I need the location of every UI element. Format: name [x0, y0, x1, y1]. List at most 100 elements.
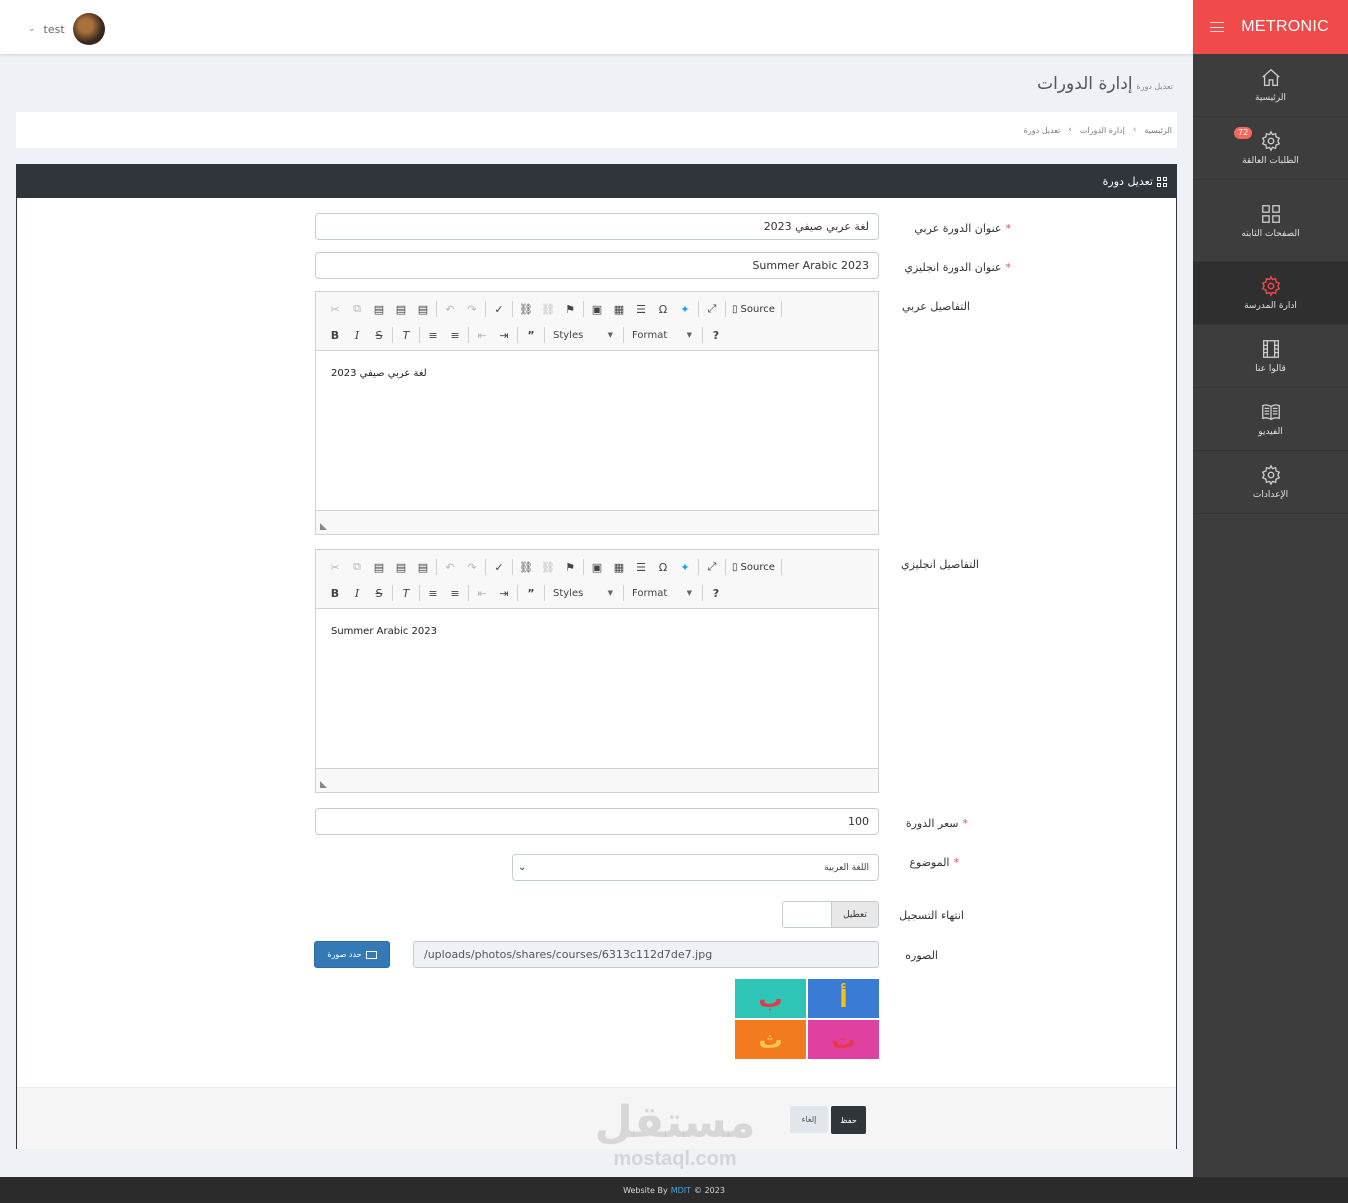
toolbar-separator — [725, 301, 726, 317]
undo-icon[interactable]: ↶ — [439, 557, 461, 577]
bulleted-list-icon[interactable]: ≡ — [444, 325, 466, 345]
paste-word-icon[interactable]: ▤ — [412, 557, 434, 577]
title-ar-input[interactable]: لغة عربي صيفي 2023 — [315, 213, 879, 240]
title-en-input[interactable]: Summer Arabic 2023 — [315, 252, 879, 279]
redo-icon[interactable]: ↷ — [461, 299, 483, 319]
anchor-flag-icon[interactable]: ⚑ — [559, 299, 581, 319]
sidebar-item-home[interactable]: الرئيسية — [1193, 54, 1348, 117]
unlink-icon[interactable]: ⛓ — [537, 299, 559, 319]
paste-word-icon[interactable]: ▤ — [412, 299, 434, 319]
breadcrumb-courses[interactable]: إدارة الدورات — [1080, 126, 1125, 135]
strike-icon[interactable]: S — [368, 325, 390, 345]
sidebar-item-testimonials[interactable]: قالوا عنا — [1193, 325, 1348, 388]
link-icon[interactable]: ⛓ — [515, 557, 537, 577]
copy-icon[interactable]: ⧉ — [346, 557, 368, 577]
cut-icon[interactable]: ✂ — [324, 557, 346, 577]
hamburger-menu-icon[interactable] — [1210, 22, 1224, 32]
maximize-icon[interactable]: ⤢ — [701, 557, 723, 577]
price-input[interactable]: 100 — [315, 808, 879, 835]
horizontal-line-icon[interactable]: ☰ — [630, 557, 652, 577]
link-icon[interactable]: ⛓ — [515, 299, 537, 319]
undo-icon[interactable]: ↶ — [439, 299, 461, 319]
paste-text-icon[interactable]: ▤ — [390, 299, 412, 319]
bold-icon[interactable]: B — [324, 325, 346, 345]
source-button[interactable]: ▯ Source — [728, 562, 779, 573]
format-dropdown[interactable]: Format ▼ — [626, 584, 696, 602]
resize-handle-icon[interactable] — [320, 781, 327, 788]
italic-icon[interactable]: I — [346, 583, 368, 603]
bold-icon[interactable]: B — [324, 583, 346, 603]
paste-icon[interactable]: ▤ — [368, 299, 390, 319]
twitter-icon[interactable]: ✦ — [674, 299, 696, 319]
indent-icon[interactable]: ⇥ — [493, 583, 515, 603]
footer-link[interactable]: MDIT — [671, 1186, 691, 1195]
toolbar-separator — [780, 559, 782, 575]
numbered-list-icon[interactable]: ≡ — [422, 325, 444, 345]
styles-dropdown[interactable]: Styles ▼ — [547, 326, 617, 344]
horizontal-line-icon[interactable]: ☰ — [630, 299, 652, 319]
paste-icon[interactable]: ▤ — [368, 557, 390, 577]
copy-icon[interactable]: ⧉ — [346, 299, 368, 319]
editor-toolbar: ✂ ⧉ ▤ ▤ ▤ ↶ ↷ ✓ ⛓ ⛓ ⚑ ▣ ▦ ☰ Ω ✦ ⤢ ▯ Sour… — [316, 292, 878, 351]
cancel-button[interactable]: إلغاء — [790, 1106, 828, 1133]
outdent-icon[interactable]: ⇤ — [471, 325, 493, 345]
cut-icon[interactable]: ✂ — [324, 299, 346, 319]
image-icon[interactable]: ▣ — [586, 557, 608, 577]
save-button[interactable]: حفظ — [831, 1106, 866, 1134]
spellcheck-icon[interactable]: ✓ — [488, 557, 510, 577]
editor-content-area[interactable]: لغة عربي صيفي 2023 — [316, 351, 878, 511]
numbered-list-icon[interactable]: ≡ — [422, 583, 444, 603]
styles-dropdown[interactable]: Styles ▼ — [547, 584, 617, 602]
table-icon[interactable]: ▦ — [608, 557, 630, 577]
blockquote-icon[interactable]: ” — [520, 583, 542, 603]
editor-content-area[interactable]: Summer Arabic 2023 — [316, 609, 878, 769]
help-icon[interactable]: ? — [705, 583, 727, 603]
paste-text-icon[interactable]: ▤ — [390, 557, 412, 577]
twitter-icon[interactable]: ✦ — [674, 557, 696, 577]
registration-end-toggle[interactable]: تعطيل — [782, 901, 879, 928]
remove-format-icon[interactable]: T — [395, 583, 417, 603]
editor-statusbar — [316, 769, 878, 792]
strike-icon[interactable]: S — [368, 583, 390, 603]
sidebar-item-static-pages[interactable]: الصفحات الثابته — [1193, 180, 1348, 262]
toolbar-separator — [702, 585, 703, 601]
sidebar-item-school-management[interactable]: ادارة المدرسة — [1193, 262, 1348, 325]
anchor-flag-icon[interactable]: ⚑ — [559, 557, 581, 577]
avatar[interactable] — [72, 13, 105, 45]
redo-icon[interactable]: ↷ — [461, 557, 483, 577]
spellcheck-icon[interactable]: ✓ — [488, 299, 510, 319]
subject-select[interactable]: ⌄ اللغة العربية — [512, 854, 879, 881]
unlink-icon[interactable]: ⛓ — [537, 557, 559, 577]
sidebar-item-settings[interactable]: الإعدادات — [1193, 451, 1348, 514]
bulleted-list-icon[interactable]: ≡ — [444, 583, 466, 603]
sidebar-item-label: الإعدادات — [1252, 490, 1289, 500]
special-char-icon[interactable]: Ω — [652, 299, 674, 319]
image-icon[interactable]: ▣ — [586, 299, 608, 319]
format-dropdown[interactable]: Format ▼ — [626, 326, 696, 344]
toggle-disable-label[interactable]: تعطيل — [831, 902, 878, 927]
remove-format-icon[interactable]: T — [395, 325, 417, 345]
chevron-down-icon: ⌄ — [28, 24, 36, 34]
editor-statusbar — [316, 511, 878, 534]
user-menu[interactable]: ⌄ test — [28, 13, 105, 45]
indent-icon[interactable]: ⇥ — [493, 325, 515, 345]
maximize-icon[interactable]: ⤢ — [701, 299, 723, 319]
details-en-editor: ✂ ⧉ ▤ ▤ ▤ ↶ ↷ ✓ ⛓ ⛓ ⚑ ▣ ▦ ☰ Ω ✦ ⤢ ▯ Sour… — [315, 549, 879, 793]
blockquote-icon[interactable]: ” — [520, 325, 542, 345]
outdent-icon[interactable]: ⇤ — [471, 583, 493, 603]
special-char-icon[interactable]: Ω — [652, 557, 674, 577]
italic-icon[interactable]: I — [346, 325, 368, 345]
toolbar-separator — [544, 585, 545, 601]
username: test — [43, 22, 65, 36]
resize-handle-icon[interactable] — [320, 523, 327, 530]
help-icon[interactable]: ? — [705, 325, 727, 345]
table-icon[interactable]: ▦ — [608, 299, 630, 319]
image-path-input[interactable]: /uploads/photos/shares/courses/6313c112d… — [413, 941, 879, 968]
source-button[interactable]: ▯ Source — [728, 304, 779, 315]
sidebar-item-pending-requests[interactable]: 72 الطلبات العالقة — [1193, 117, 1348, 180]
sidebar-item-video[interactable]: الفيديو — [1193, 388, 1348, 451]
breadcrumb-home[interactable]: الرئيسية — [1144, 126, 1172, 135]
image-label: الصوره — [905, 949, 938, 962]
choose-image-button[interactable]: حدد صورة — [314, 941, 390, 968]
toggle-off-side[interactable] — [783, 902, 831, 927]
